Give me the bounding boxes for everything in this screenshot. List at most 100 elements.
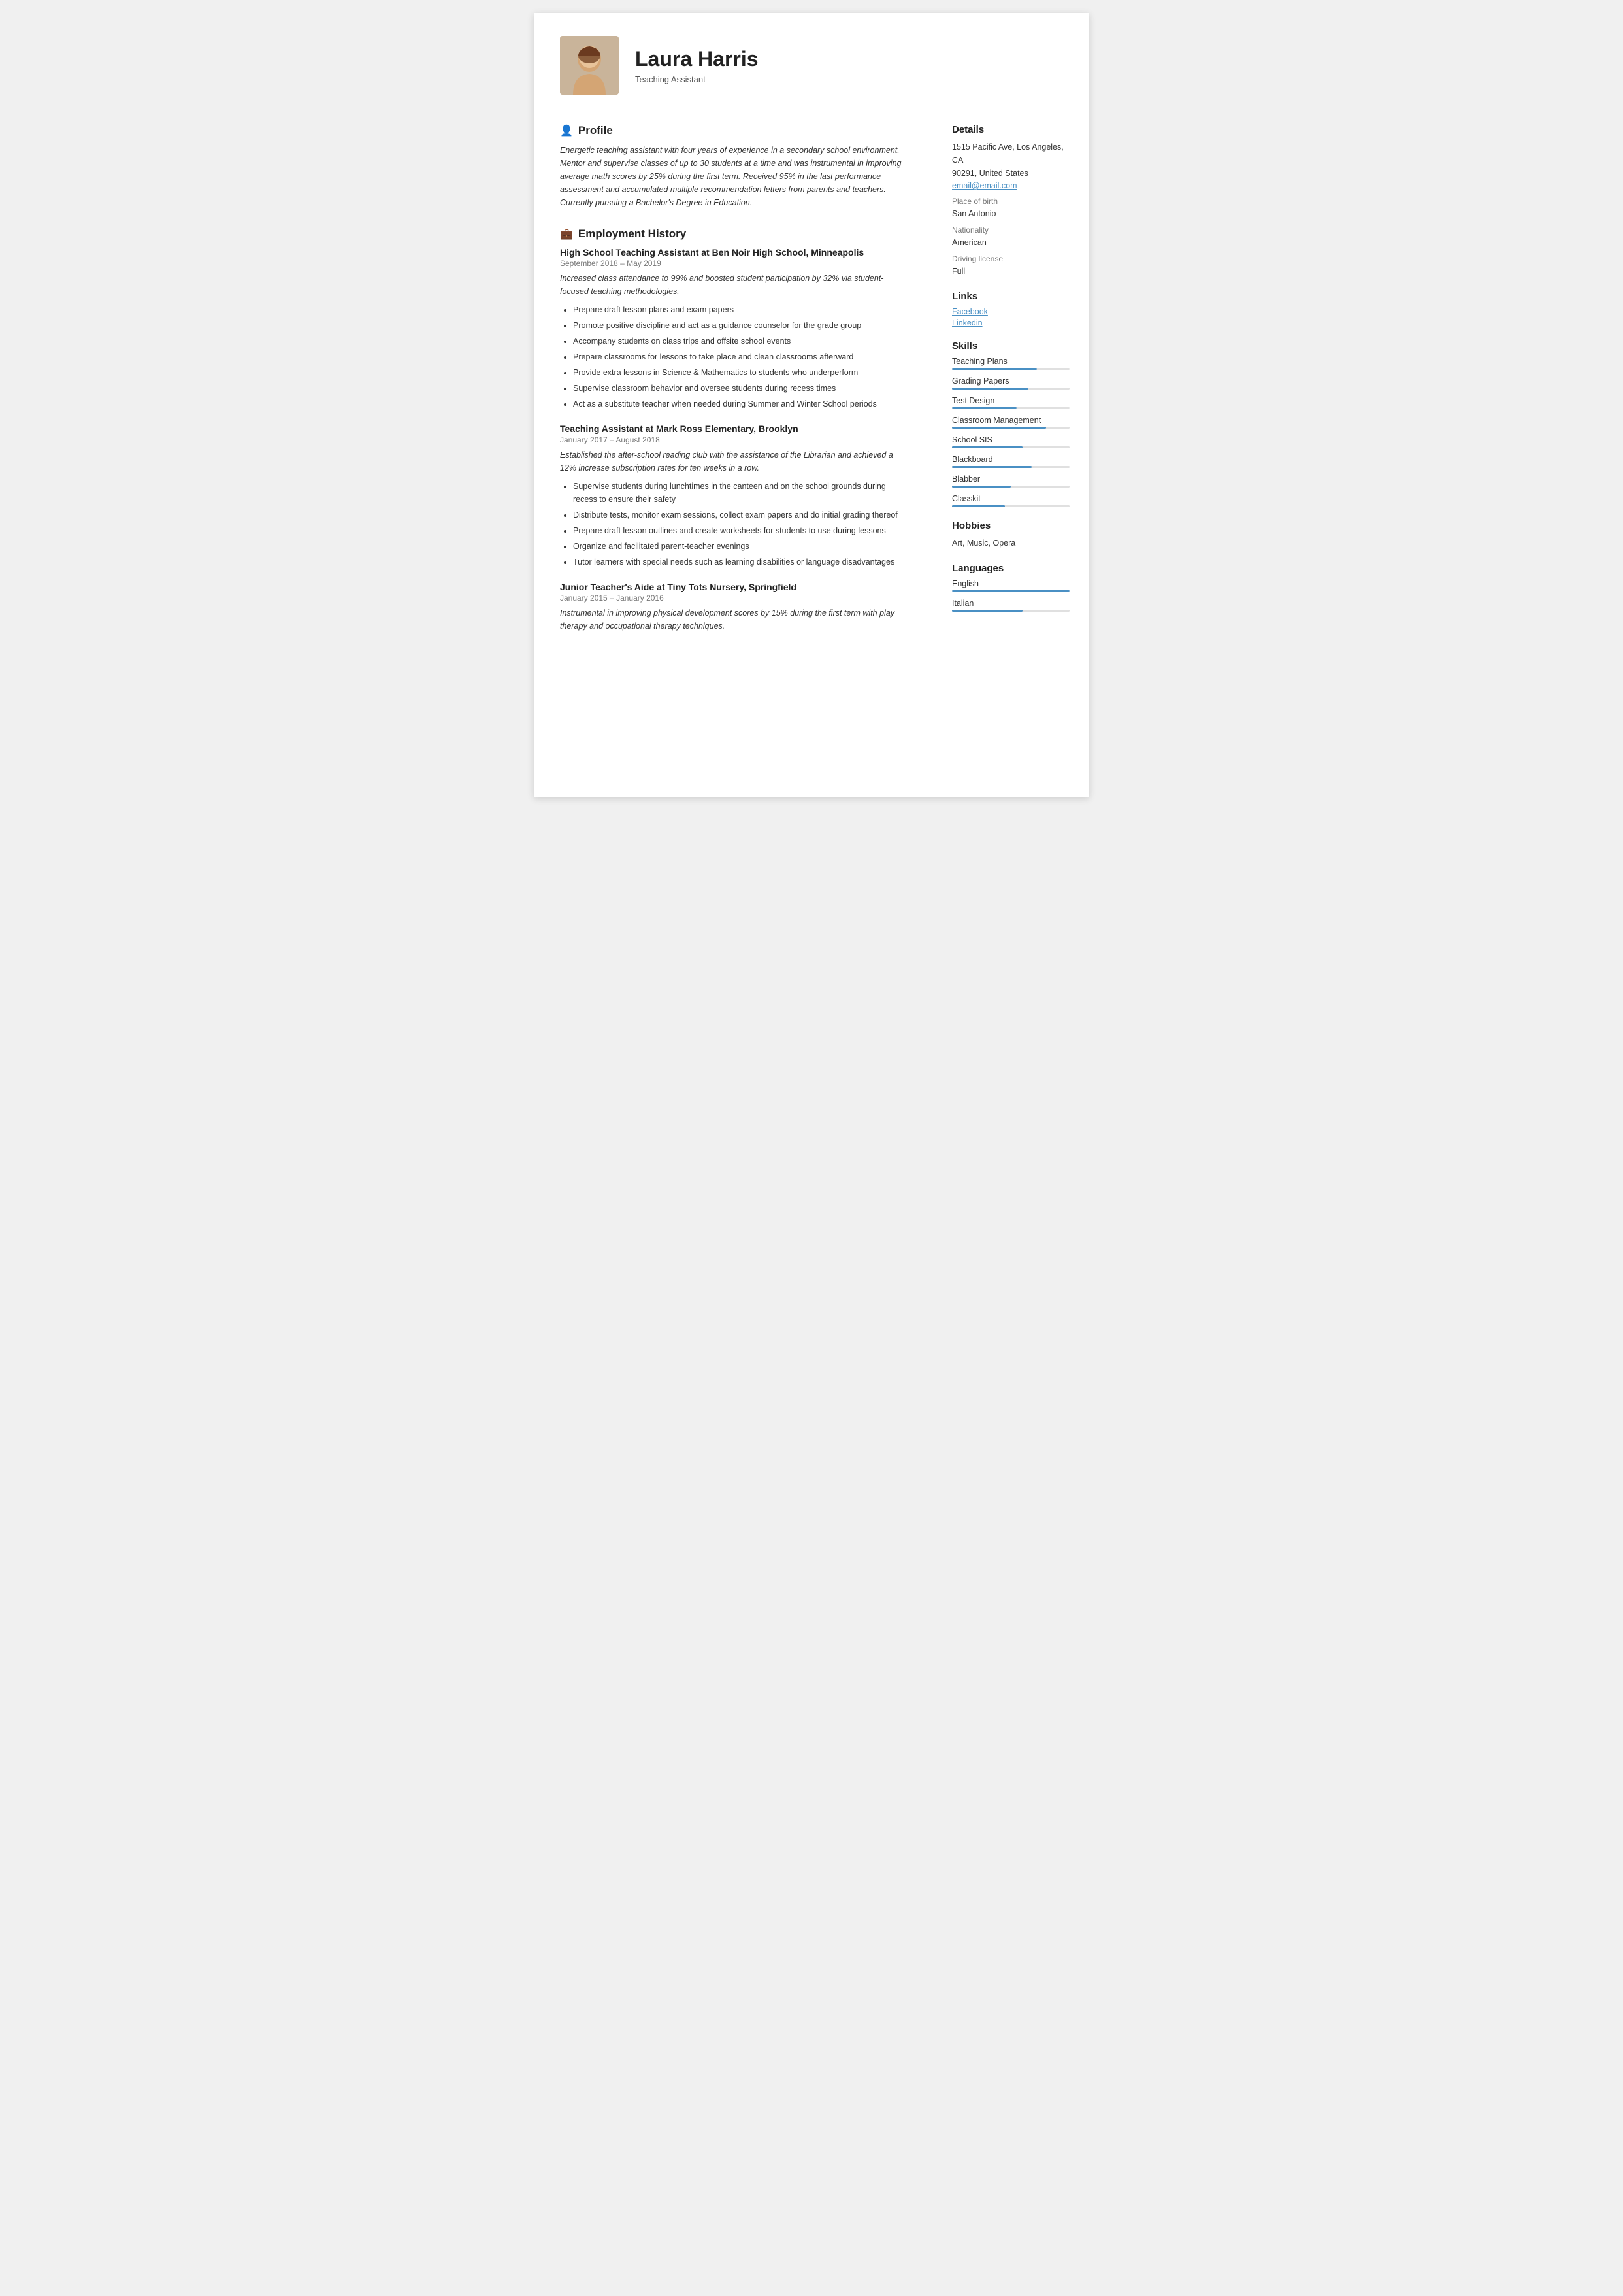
skill-bar-fill-1 bbox=[952, 388, 1028, 390]
header-info: Laura Harris Teaching Assistant bbox=[635, 46, 759, 84]
avatar bbox=[560, 36, 619, 95]
language-bar-fill-1 bbox=[952, 610, 1023, 612]
job-bullet: Supervise classroom behavior and oversee… bbox=[573, 382, 910, 395]
skill-bar-bg-7 bbox=[952, 505, 1070, 507]
right-column: Details 1515 Pacific Ave, Los Angeles, C… bbox=[932, 118, 1089, 778]
skill-item-0: Teaching Plans bbox=[952, 357, 1070, 370]
resume-container: Laura Harris Teaching Assistant 👤 Profil… bbox=[534, 13, 1089, 797]
skill-bar-fill-2 bbox=[952, 407, 1017, 409]
job-title-0: High School Teaching Assistant at Ben No… bbox=[560, 247, 910, 258]
job-title-2: Junior Teacher's Aide at Tiny Tots Nurse… bbox=[560, 582, 910, 592]
skill-bar-bg-3 bbox=[952, 427, 1070, 429]
address-line2: 90291, United States bbox=[952, 167, 1070, 180]
job-description-0: Increased class attendance to 99% and bo… bbox=[560, 272, 910, 298]
language-item-1: Italian bbox=[952, 599, 1070, 612]
skill-item-6: Blabber bbox=[952, 474, 1070, 488]
language-name-0: English bbox=[952, 579, 1070, 588]
hobbies-title: Hobbies bbox=[952, 520, 1070, 531]
skill-item-7: Classkit bbox=[952, 494, 1070, 507]
skill-item-2: Test Design bbox=[952, 396, 1070, 409]
email-link[interactable]: email@email.com bbox=[952, 181, 1017, 190]
language-bar-fill-0 bbox=[952, 590, 1070, 592]
job-bullet: Distribute tests, monitor exam sessions,… bbox=[573, 508, 910, 522]
hobbies-section: Hobbies Art, Music, Opera bbox=[952, 520, 1070, 550]
skill-bar-bg-2 bbox=[952, 407, 1070, 409]
links-title: Links bbox=[952, 291, 1070, 302]
skill-name-4: School SIS bbox=[952, 435, 1070, 444]
skill-bar-fill-0 bbox=[952, 368, 1037, 370]
profile-title: 👤 Profile bbox=[560, 124, 910, 137]
address-line1: 1515 Pacific Ave, Los Angeles, CA bbox=[952, 141, 1070, 167]
language-name-1: Italian bbox=[952, 599, 1070, 608]
skill-item-1: Grading Papers bbox=[952, 376, 1070, 390]
skill-bar-fill-3 bbox=[952, 427, 1046, 429]
candidate-title: Teaching Assistant bbox=[635, 75, 759, 84]
job-title-1: Teaching Assistant at Mark Ross Elementa… bbox=[560, 424, 910, 434]
skill-item-4: School SIS bbox=[952, 435, 1070, 448]
skill-bar-bg-6 bbox=[952, 486, 1070, 488]
job-dates-0: September 2018 – May 2019 bbox=[560, 259, 910, 268]
employment-section: 💼 Employment History High School Teachin… bbox=[560, 227, 910, 633]
languages-container: English Italian bbox=[952, 579, 1070, 612]
jobs-container: High School Teaching Assistant at Ben No… bbox=[560, 247, 910, 633]
skills-container: Teaching Plans Grading Papers Test Desig… bbox=[952, 357, 1070, 507]
details-title: Details bbox=[952, 124, 1070, 135]
left-column: 👤 Profile Energetic teaching assistant w… bbox=[534, 118, 932, 778]
skill-bar-fill-6 bbox=[952, 486, 1011, 488]
nationality: American bbox=[952, 236, 1070, 249]
job-bullets-0: Prepare draft lesson plans and exam pape… bbox=[560, 303, 910, 410]
job-bullet: Prepare draft lesson outlines and create… bbox=[573, 524, 910, 537]
job-bullets-1: Supervise students during lunchtimes in … bbox=[560, 480, 910, 569]
skill-name-6: Blabber bbox=[952, 474, 1070, 484]
link-item-0[interactable]: Facebook bbox=[952, 307, 1070, 316]
details-section: Details 1515 Pacific Ave, Los Angeles, C… bbox=[952, 124, 1070, 278]
driving-license: Full bbox=[952, 265, 1070, 278]
skill-bar-bg-1 bbox=[952, 388, 1070, 390]
skill-name-5: Blackboard bbox=[952, 455, 1070, 464]
skill-name-1: Grading Papers bbox=[952, 376, 1070, 386]
skill-name-7: Classkit bbox=[952, 494, 1070, 503]
job-description-2: Instrumental in improving physical devel… bbox=[560, 607, 910, 633]
job-bullet: Tutor learners with special needs such a… bbox=[573, 556, 910, 569]
job-bullet: Prepare classrooms for lessons to take p… bbox=[573, 350, 910, 363]
job-bullet: Act as a substitute teacher when needed … bbox=[573, 397, 910, 410]
language-item-0: English bbox=[952, 579, 1070, 592]
job-dates-2: January 2015 – January 2016 bbox=[560, 593, 910, 603]
skill-item-5: Blackboard bbox=[952, 455, 1070, 468]
skill-bar-fill-4 bbox=[952, 446, 1023, 448]
skill-name-2: Test Design bbox=[952, 396, 1070, 405]
languages-title: Languages bbox=[952, 563, 1070, 574]
candidate-name: Laura Harris bbox=[635, 46, 759, 71]
job-bullet: Supervise students during lunchtimes in … bbox=[573, 480, 910, 506]
skill-item-3: Classroom Management bbox=[952, 416, 1070, 429]
nationality-label: Nationality bbox=[952, 225, 1070, 235]
skill-bar-fill-5 bbox=[952, 466, 1032, 468]
job-block-1: Teaching Assistant at Mark Ross Elementa… bbox=[560, 424, 910, 569]
language-bar-bg-0 bbox=[952, 590, 1070, 592]
employment-icon: 💼 bbox=[560, 227, 573, 241]
profile-text: Energetic teaching assistant with four y… bbox=[560, 144, 910, 209]
job-bullet: Organize and facilitated parent-teacher … bbox=[573, 540, 910, 553]
profile-icon: 👤 bbox=[560, 124, 573, 137]
job-dates-1: January 2017 – August 2018 bbox=[560, 435, 910, 444]
languages-section: Languages English Italian bbox=[952, 563, 1070, 612]
job-description-1: Established the after-school reading clu… bbox=[560, 448, 910, 474]
place-of-birth: San Antonio bbox=[952, 207, 1070, 220]
skill-bar-bg-4 bbox=[952, 446, 1070, 448]
job-block-2: Junior Teacher's Aide at Tiny Tots Nurse… bbox=[560, 582, 910, 633]
links-section: Links Facebook Linkedin bbox=[952, 291, 1070, 327]
hobbies-text: Art, Music, Opera bbox=[952, 537, 1070, 550]
skill-bar-bg-0 bbox=[952, 368, 1070, 370]
skill-name-0: Teaching Plans bbox=[952, 357, 1070, 366]
profile-section: 👤 Profile Energetic teaching assistant w… bbox=[560, 124, 910, 209]
link-item-1[interactable]: Linkedin bbox=[952, 318, 1070, 327]
skills-section: Skills Teaching Plans Grading Papers Tes… bbox=[952, 341, 1070, 507]
skill-name-3: Classroom Management bbox=[952, 416, 1070, 425]
skills-title: Skills bbox=[952, 341, 1070, 352]
links-container: Facebook Linkedin bbox=[952, 307, 1070, 327]
job-bullet: Prepare draft lesson plans and exam pape… bbox=[573, 303, 910, 316]
skill-bar-bg-5 bbox=[952, 466, 1070, 468]
main-content: 👤 Profile Energetic teaching assistant w… bbox=[534, 111, 1089, 797]
skill-bar-fill-7 bbox=[952, 505, 1005, 507]
place-of-birth-label: Place of birth bbox=[952, 197, 1070, 206]
